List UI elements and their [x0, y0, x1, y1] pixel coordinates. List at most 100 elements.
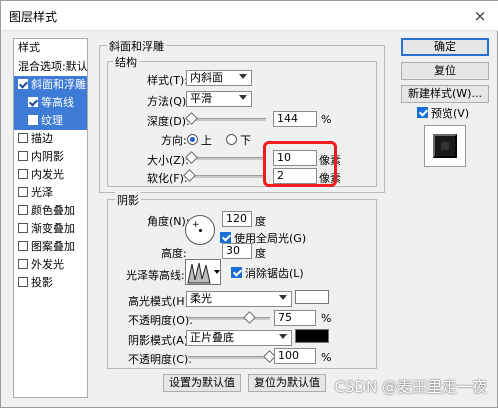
checkbox-empty-icon[interactable]: [18, 277, 28, 287]
highlight-mode-value: 柔光: [190, 292, 212, 305]
contour-dropdown-icon: [214, 270, 220, 274]
style-list-item[interactable]: 混合选项:默认: [14, 58, 88, 76]
shadow-mode-select[interactable]: 正片叠底: [186, 330, 292, 346]
structure-title: 结构: [113, 54, 139, 70]
antialiased-label: 消除锯齿(L): [245, 267, 304, 280]
highlight-opacity-track[interactable]: [188, 317, 270, 320]
technique-label: 方法(Q):: [147, 95, 190, 108]
highlight-frame: [263, 141, 337, 187]
highlight-opacity-label: 不透明度(O):: [128, 314, 193, 327]
contour-preview-icon: [187, 260, 211, 284]
checkbox-empty-icon[interactable]: [18, 223, 28, 233]
shadow-opacity-track[interactable]: [188, 356, 270, 359]
depth-label: 深度(D):: [147, 115, 190, 128]
style-list-item[interactable]: 描边: [14, 130, 87, 148]
altitude-label: 高度:: [161, 247, 187, 260]
style-label: 样式(T):: [147, 74, 189, 87]
angle-unit: 度: [255, 215, 266, 228]
style-list-item-label: 内阴影: [31, 150, 64, 163]
layer-style-dialog: 图层样式 × 样式 混合选项:默认 斜面和浮雕 等高线 纹理 描边 内阴影 内发光 光泽 颜色叠…: [0, 0, 498, 408]
shadow-mode-label: 阴影模式(A):: [128, 334, 192, 347]
style-list-item-label: 纹理: [41, 114, 63, 127]
reset-to-default-button[interactable]: 复位为默认值: [248, 374, 326, 392]
style-list-item-label: 内发光: [31, 168, 64, 181]
preview-label: 预览(V): [431, 107, 470, 120]
style-list-item[interactable]: 斜面和浮雕: [14, 76, 87, 94]
chevron-down-icon: [279, 295, 287, 300]
style-list-item[interactable]: 内发光: [14, 166, 87, 184]
angle-input[interactable]: 120: [222, 211, 252, 227]
checkbox-checked-icon[interactable]: [28, 97, 38, 107]
checkbox-empty-icon[interactable]: [18, 169, 28, 179]
technique-select[interactable]: 平滑: [186, 91, 252, 107]
altitude-unit: 度: [255, 247, 266, 260]
watermark-text: CSDN @麦田里走一夜: [334, 378, 487, 396]
shadow-mode-value: 正片叠底: [190, 331, 234, 344]
reset-button[interactable]: 复位: [401, 62, 489, 80]
style-list-item[interactable]: 等高线: [14, 94, 87, 112]
checkbox-empty-icon[interactable]: [18, 151, 28, 161]
shadow-opacity-input[interactable]: 100: [274, 348, 316, 364]
size-label: 大小(Z):: [147, 154, 189, 167]
angle-label: 角度(N):: [147, 215, 190, 228]
depth-input[interactable]: 144: [273, 111, 317, 127]
checkbox-empty-icon[interactable]: [18, 241, 28, 251]
highlight-opacity-input[interactable]: 75: [274, 310, 316, 326]
style-list-item[interactable]: 光泽: [14, 184, 87, 202]
style-list-item[interactable]: 图案叠加: [14, 238, 87, 256]
checkbox-empty-icon[interactable]: [28, 115, 38, 125]
antialiased-checkbox[interactable]: 消除锯齿(L): [231, 265, 304, 281]
soften-label: 软化(F):: [147, 172, 188, 185]
style-list-item-label: 图案叠加: [31, 240, 75, 253]
checkbox-empty-icon[interactable]: [18, 205, 28, 215]
angle-dial[interactable]: +: [185, 215, 215, 245]
size-slider-track[interactable]: [188, 157, 266, 160]
style-list-item-label: 外发光: [31, 258, 64, 271]
style-list-item-label: 投影: [31, 276, 53, 289]
depth-unit: %: [321, 113, 332, 126]
preview-inner-square: [441, 142, 449, 150]
gloss-contour-picker[interactable]: [185, 259, 221, 285]
technique-select-value: 平滑: [190, 92, 212, 105]
style-list-item-label: 等高线: [41, 96, 74, 109]
gloss-contour-label: 光泽等高线:: [126, 269, 185, 282]
checkbox-checked-icon[interactable]: [18, 79, 28, 89]
direction-down-radio[interactable]: 下: [226, 132, 251, 148]
set-as-default-button[interactable]: 设置为默认值: [163, 374, 241, 392]
highlight-color-swatch[interactable]: [295, 290, 329, 304]
style-list-item[interactable]: 内阴影: [14, 148, 87, 166]
direction-label: 方向:: [161, 134, 187, 147]
altitude-input[interactable]: 30: [222, 243, 252, 259]
preview-checkbox[interactable]: 预览(V): [417, 105, 469, 121]
title-bar: 图层样式 ×: [1, 1, 498, 31]
new-style-button[interactable]: 新建样式(W)...: [401, 85, 489, 103]
style-select[interactable]: 内斜面: [186, 70, 252, 86]
checkbox-empty-icon[interactable]: [18, 259, 28, 269]
style-list-item[interactable]: 外发光: [14, 256, 87, 274]
highlight-opacity-unit: %: [321, 312, 332, 325]
highlight-mode-select[interactable]: 柔光: [186, 291, 292, 307]
direction-down-label: 下: [240, 134, 251, 147]
shading-title: 阴影: [115, 192, 141, 208]
checkbox-checked-icon: [417, 107, 428, 118]
ok-button[interactable]: 确定: [401, 38, 489, 56]
style-list-item[interactable]: 颜色叠加: [14, 202, 87, 220]
style-list-item-label: 混合选项:默认: [18, 60, 88, 73]
checkbox-checked-icon: [220, 232, 231, 243]
checkbox-empty-icon[interactable]: [18, 133, 28, 143]
styles-list: 样式 混合选项:默认 斜面和浮雕 等高线 纹理 描边 内阴影 内发光 光泽 颜色叠加 渐变叠加 图案…: [13, 38, 88, 398]
chevron-down-icon: [279, 334, 287, 339]
style-list-item-label: 光泽: [31, 186, 53, 199]
shadow-color-swatch[interactable]: [295, 329, 329, 343]
shadow-opacity-label: 不透明度(C):: [128, 353, 192, 366]
checkbox-empty-icon[interactable]: [18, 187, 28, 197]
soften-slider-track[interactable]: [188, 175, 266, 178]
style-list-item[interactable]: 渐变叠加: [14, 220, 87, 238]
depth-slider-track[interactable]: [188, 118, 266, 121]
close-icon[interactable]: ×: [471, 7, 489, 25]
style-list-item[interactable]: 纹理: [14, 112, 87, 130]
style-list-item-label: 渐变叠加: [31, 222, 75, 235]
direction-up-radio[interactable]: 上: [187, 132, 212, 148]
style-list-item[interactable]: 投影: [14, 274, 87, 292]
bevel-emboss-title: 斜面和浮雕: [107, 38, 166, 54]
